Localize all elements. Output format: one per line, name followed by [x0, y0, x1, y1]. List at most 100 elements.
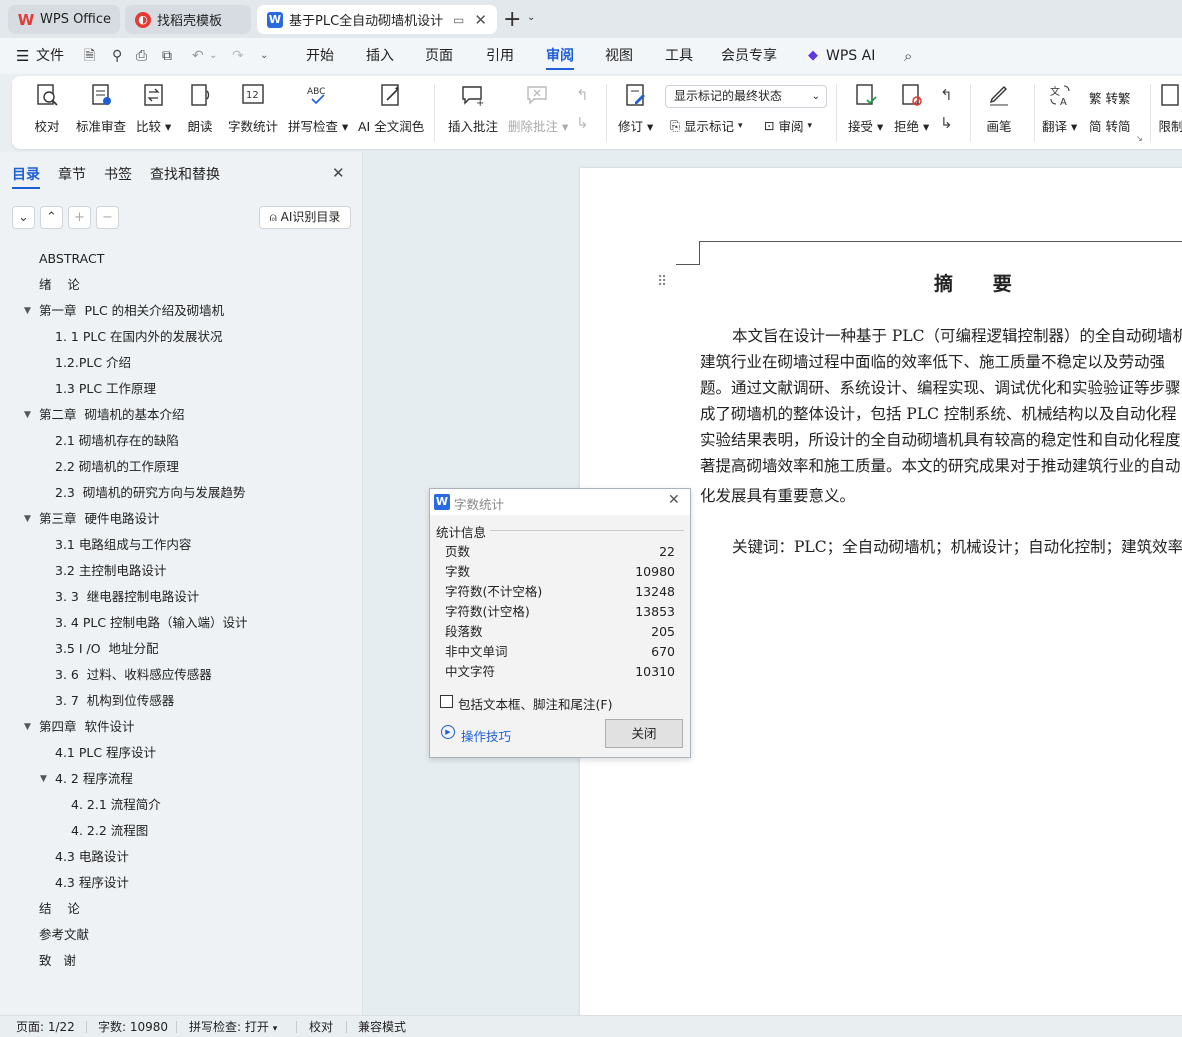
prev-comment-icon[interactable]: ↰ [576, 86, 589, 104]
menu-start[interactable]: 开始 [306, 38, 334, 74]
toc-item[interactable]: 第四章 软件设计 [39, 714, 134, 740]
next-change-icon[interactable]: ↳ [940, 114, 953, 132]
restrict-edit-button[interactable]: 限制 [1158, 82, 1182, 135]
search-icon[interactable]: ⌕ [904, 38, 912, 74]
standard-review-button[interactable]: 标准审查 [76, 82, 126, 135]
toc-item[interactable]: 第三章 硬件电路设计 [39, 506, 159, 532]
toc-item[interactable]: 1. 1 PLC 在国内外的发展状况 [55, 324, 223, 350]
toc-item[interactable]: 3. 3 继电器控制电路设计 [55, 584, 199, 610]
menu-tools[interactable]: 工具 [665, 38, 693, 74]
toc-item[interactable]: 第一章 PLC 的相关介绍及砌墙机 [39, 298, 224, 324]
expand-up-button[interactable]: ⌃ [40, 206, 63, 229]
menu-view[interactable]: 视图 [605, 38, 633, 74]
toc-item[interactable]: ABSTRACT [39, 246, 104, 272]
toc-item[interactable]: 3. 4 PLC 控制电路（输入端）设计 [55, 610, 248, 636]
toc-item[interactable]: 4. 2.2 流程图 [71, 818, 148, 844]
save-icon[interactable]: 🗎 [84, 38, 95, 74]
tab-sections[interactable]: 章节 [58, 164, 86, 184]
compare-button[interactable]: 比较 ▾ [136, 82, 171, 135]
menu-wps-ai[interactable]: WPS AI [826, 38, 875, 74]
toc-item[interactable]: 致 谢 [39, 948, 76, 974]
toc-item[interactable]: 1.2.PLC 介绍 [55, 350, 131, 376]
accept-button[interactable]: 接受 ▾ [848, 82, 883, 135]
toc-item[interactable]: 第二章 砌墙机的基本介绍 [39, 402, 184, 428]
toc-item[interactable]: 3. 7 机构到位传感器 [55, 688, 174, 714]
menu-references[interactable]: 引用 [486, 38, 514, 74]
print-icon[interactable]: ⎙ [136, 38, 147, 74]
new-tab-icon[interactable]: + [503, 7, 521, 32]
tab-list-chevron-icon[interactable]: ⌄ [527, 12, 535, 23]
pen-button[interactable]: 画笔 [986, 82, 1012, 135]
reject-button[interactable]: 拒绝 ▾ [894, 82, 929, 135]
delete-comment-button[interactable]: 删除批注 ▾ [508, 82, 568, 135]
include-textbox-checkbox[interactable] [440, 695, 453, 708]
spell-check-indicator[interactable]: 拼写检查: 打开 ▾ [189, 1016, 277, 1037]
ai-recognize-toc-button[interactable]: ⍝ AI识别目录 [259, 206, 351, 229]
toc-item[interactable]: 4.3 程序设计 [55, 870, 129, 896]
toc-item[interactable]: 3.1 电路组成与工作内容 [55, 532, 191, 558]
track-changes-button[interactable]: 修订 ▾ [618, 82, 653, 135]
toc-item[interactable]: 1.3 PLC 工作原理 [55, 376, 156, 402]
review-pane-button[interactable]: ⊡ 审阅 ▾ [764, 116, 812, 135]
word-count-indicator[interactable]: 字数: 10980 [98, 1016, 168, 1037]
toc-item[interactable]: 2.2 砌墙机的工作原理 [55, 454, 179, 480]
tab-template[interactable]: ◐ 找稻壳模板 [125, 5, 251, 34]
tab-toc[interactable]: 目录 [12, 164, 40, 189]
toc-item[interactable]: 4.3 电路设计 [55, 844, 129, 870]
ai-polish-button[interactable]: ✦ AI 全文润色 [358, 82, 424, 135]
redo-icon[interactable]: ↷ [232, 38, 244, 74]
toc-item[interactable]: 4.1 PLC 程序设计 [55, 740, 156, 766]
toc-item[interactable]: 结 论 [39, 896, 80, 922]
toc-item[interactable]: 3.5 I /O 地址分配 [55, 636, 159, 662]
expand-triangle-icon[interactable]: ▼ [24, 506, 31, 532]
spell-check-button[interactable]: ABC 拼写检查 ▾ [288, 82, 348, 135]
markup-display-dropdown[interactable]: 显示标记的最终状态 ⌄ [665, 85, 827, 108]
tab-wps-office[interactable]: W WPS Office [8, 5, 120, 34]
next-comment-icon[interactable]: ↳ [576, 114, 589, 132]
menu-review[interactable]: 审阅 [546, 38, 574, 74]
collapse-all-button[interactable]: ⌄ [12, 206, 35, 229]
toc-item[interactable]: 参考文献 [39, 922, 89, 948]
proofread-button[interactable]: 校对 [34, 82, 60, 135]
hamburger-icon[interactable]: ☰ [16, 38, 29, 74]
menu-insert[interactable]: 插入 [366, 38, 394, 74]
toc-item[interactable]: 3. 6 过料、收料感应传感器 [55, 662, 212, 688]
drag-handle-icon[interactable]: ⠿ [657, 274, 667, 290]
expand-triangle-icon[interactable]: ▼ [40, 766, 47, 792]
toc-item[interactable]: 绪 论 [39, 272, 80, 298]
close-button[interactable]: 关闭 [605, 719, 683, 748]
toc-item[interactable]: 2.3 砌墙机的研究方向与发展趋势 [55, 480, 245, 506]
translate-button[interactable]: 文A 翻译 ▾ [1042, 82, 1077, 135]
dialog-close-icon[interactable]: ✕ [668, 492, 680, 508]
insert-comment-button[interactable]: + 插入批注 [448, 82, 498, 135]
remove-heading-button[interactable]: − [96, 206, 119, 229]
close-tab-icon[interactable]: ✕ [474, 11, 487, 29]
menu-member[interactable]: 会员专享 [721, 38, 777, 74]
tab-find-replace[interactable]: 查找和替换 [150, 164, 220, 184]
page-indicator[interactable]: 页面: 1/22 [16, 1016, 75, 1037]
print-preview-icon[interactable]: ⧉ [162, 38, 172, 74]
expand-triangle-icon[interactable]: ▼ [24, 714, 31, 740]
tips-link[interactable]: 操作技巧 [461, 726, 511, 745]
menu-page[interactable]: 页面 [425, 38, 453, 74]
read-aloud-button[interactable]: 朗读 [187, 82, 213, 135]
undo-icon[interactable]: ↶ [192, 38, 204, 74]
show-markup-button[interactable]: ⎘ 显示标记 ▾ [670, 116, 743, 135]
toc-item[interactable]: 4. 2 程序流程 [55, 766, 133, 792]
prev-change-icon[interactable]: ↰ [940, 86, 953, 104]
add-heading-button[interactable]: + [68, 206, 91, 229]
more-chevron-icon[interactable]: ⌄ [260, 38, 268, 74]
toc-item[interactable]: 3.2 主控制电路设计 [55, 558, 166, 584]
toc-item[interactable]: 2.1 砌墙机存在的缺陷 [55, 428, 179, 454]
tab-bookmarks[interactable]: 书签 [104, 164, 132, 184]
expand-triangle-icon[interactable]: ▼ [24, 402, 31, 428]
group-expand-icon[interactable]: ↘ [1136, 134, 1143, 143]
share-icon[interactable]: ⚲ [112, 38, 122, 74]
monitor-icon[interactable]: ▭ [453, 13, 464, 27]
menu-file[interactable]: 文件 [36, 38, 64, 74]
toc-item[interactable]: 4. 2.1 流程简介 [71, 792, 161, 818]
proof-indicator[interactable]: 校对 [309, 1016, 333, 1037]
undo-chevron-icon[interactable]: ⌄ [209, 38, 217, 74]
tab-document[interactable]: W 基于PLC全自动砌墙机设计 毕 ▭ ✕ [257, 5, 497, 34]
word-count-button[interactable]: 12 字数统计 [228, 82, 278, 135]
